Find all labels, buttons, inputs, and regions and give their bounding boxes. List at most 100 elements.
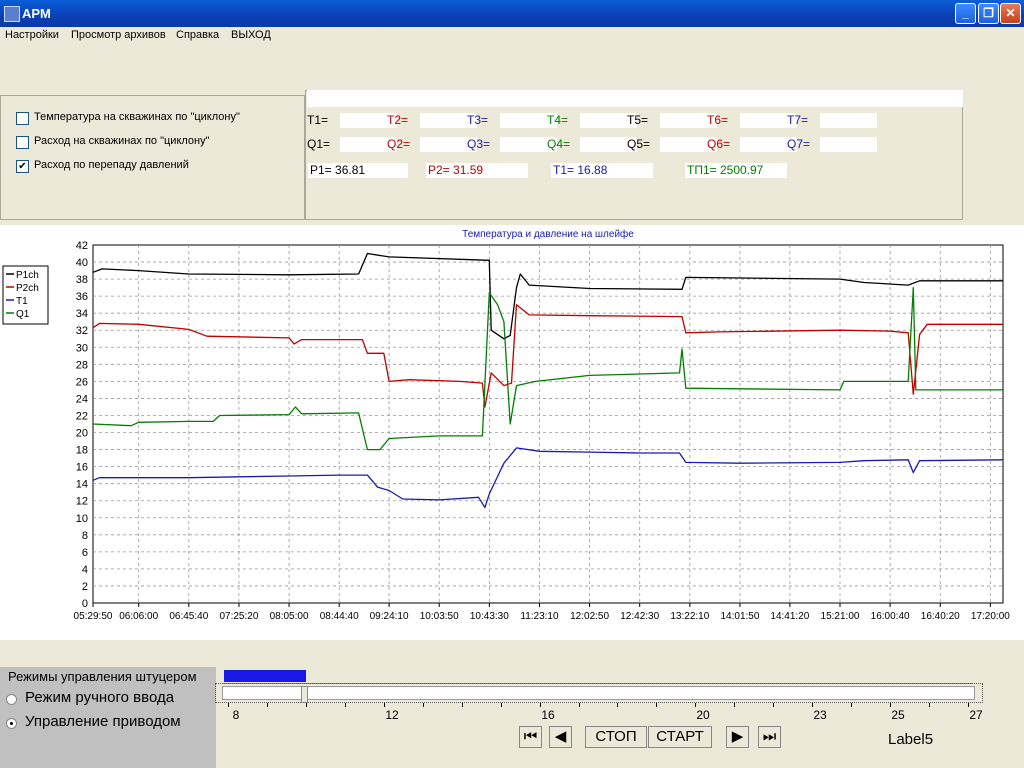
chart-title: Температура и давление на шлейфе xyxy=(462,228,634,240)
x-tick-label: 11:23:10 xyxy=(520,611,559,622)
plot-area xyxy=(92,244,1004,604)
slider-tick-label: 23 xyxy=(813,708,827,722)
slider-tick xyxy=(695,703,696,707)
stop-button[interactable]: СТОП xyxy=(585,726,647,748)
y-tick-label: 12 xyxy=(76,496,88,508)
radio-button[interactable] xyxy=(6,694,17,705)
reading-label-t2: T2= xyxy=(387,113,409,127)
slider-tick-label: 25 xyxy=(891,708,905,722)
legend-label-p2ch: P2ch xyxy=(16,283,39,294)
x-tick-label: 16:40:20 xyxy=(921,611,960,622)
close-button[interactable]: ✕ xyxy=(1000,3,1021,24)
reading-total-1: P1= 36.81 xyxy=(308,163,408,178)
x-tick-label: 10:03:50 xyxy=(420,611,459,622)
chart: Температура и давление на шлейфе02468101… xyxy=(2,228,1010,622)
reading-total-2: P2= 31.59 xyxy=(426,163,528,178)
slider-tick xyxy=(929,703,930,707)
slider-thumb[interactable] xyxy=(301,686,308,703)
slider-tick xyxy=(501,703,502,707)
status-label: Label5 xyxy=(888,731,934,748)
slider-tick xyxy=(462,703,463,707)
y-tick-label: 32 xyxy=(76,325,88,337)
reading-total-3: T1= 16.88 xyxy=(551,163,653,178)
slider-tick xyxy=(734,703,735,707)
slider-tick xyxy=(384,703,385,707)
radio-button[interactable] xyxy=(6,718,17,729)
skip-last-icon: ⏭ xyxy=(762,728,777,745)
first-button[interactable]: ⏮ xyxy=(519,726,542,748)
reading-label-t5: T5= xyxy=(627,113,649,127)
last-button[interactable]: ⏭ xyxy=(758,726,781,748)
y-tick-label: 16 xyxy=(76,462,88,474)
slider-tick xyxy=(773,703,774,707)
progress-bar xyxy=(222,669,972,684)
reading-label-q6: Q6= xyxy=(707,137,731,151)
reading-label-t4: T4= xyxy=(547,113,569,127)
slider-tick xyxy=(345,703,346,707)
slider-tick xyxy=(579,703,580,707)
slider-tick-label: 27 xyxy=(969,708,983,722)
reading-total-4: TП1= 2500.97 xyxy=(685,163,787,178)
slider-tick xyxy=(540,703,541,707)
y-tick-label: 6 xyxy=(82,547,88,559)
y-tick-label: 14 xyxy=(76,479,88,491)
restore-icon: ❐ xyxy=(983,6,994,20)
x-tick-label: 06:45:40 xyxy=(169,611,208,622)
x-tick-label: 08:05:00 xyxy=(270,611,309,622)
close-icon: ✕ xyxy=(1005,6,1016,20)
x-tick-label: 09:24:10 xyxy=(370,611,409,622)
slider-tick xyxy=(267,703,268,707)
menu-help[interactable]: Справка xyxy=(176,29,219,41)
slider-tick xyxy=(656,703,657,707)
radio-label: Режим ручного ввода xyxy=(25,689,175,706)
slider-tick-label: 8 xyxy=(232,708,240,722)
reading-label-q2: Q2= xyxy=(387,137,411,151)
skip-first-icon: ⏮ xyxy=(523,728,538,745)
start-button[interactable]: СТАРТ xyxy=(648,726,712,748)
x-tick-label: 12:42:30 xyxy=(620,611,659,622)
restore-button[interactable]: ❐ xyxy=(978,3,999,24)
next-button[interactable]: ▶ xyxy=(726,726,749,748)
reading-value-q7 xyxy=(820,137,877,152)
slider-tick xyxy=(851,703,852,707)
x-tick-label: 16:00:40 xyxy=(871,611,910,622)
minimize-icon: _ xyxy=(962,6,969,20)
reading-label-q3: Q3= xyxy=(467,137,491,151)
next-icon: ▶ xyxy=(731,728,744,745)
y-tick-label: 8 xyxy=(82,530,88,542)
window-title: APM xyxy=(22,6,51,21)
x-tick-label: 13:22:10 xyxy=(670,611,709,622)
reading-label-t7: T7= xyxy=(787,113,809,127)
slider-tick xyxy=(968,703,969,707)
menu-archive-view[interactable]: Просмотр архивов xyxy=(71,29,166,41)
minimize-button[interactable]: _ xyxy=(955,3,976,24)
slider-tick xyxy=(890,703,891,707)
checkbox-box[interactable] xyxy=(16,136,29,149)
legend-label-t1: T1 xyxy=(16,296,28,307)
slider-tick xyxy=(423,703,424,707)
reading-label-t1: T1= xyxy=(307,113,329,127)
menu-settings[interactable]: Настройки xyxy=(5,29,59,41)
slider-tick xyxy=(306,703,307,707)
checkbox-box[interactable] xyxy=(16,112,29,125)
y-tick-label: 18 xyxy=(76,445,88,457)
position-slider[interactable] xyxy=(222,686,975,700)
prev-button[interactable]: ◀ xyxy=(549,726,572,748)
checkbox-label: Расход по перепаду давлений xyxy=(34,159,189,171)
legend-label-q1: Q1 xyxy=(16,309,30,320)
y-tick-label: 2 xyxy=(82,581,88,593)
y-tick-label: 28 xyxy=(76,359,88,371)
readings-header-strip xyxy=(307,90,963,107)
radio-label: Управление приводом xyxy=(25,713,181,730)
prev-icon: ◀ xyxy=(554,728,567,745)
y-tick-label: 40 xyxy=(76,257,88,269)
y-tick-label: 20 xyxy=(76,428,88,440)
mode-panel-title: Режимы управления штуцером xyxy=(8,669,197,684)
x-tick-label: 15:21:00 xyxy=(821,611,860,622)
slider-tick xyxy=(617,703,618,707)
slider-tick xyxy=(228,703,229,707)
menu-exit[interactable]: ВЫХОД xyxy=(231,29,271,41)
progress-fill xyxy=(224,670,306,682)
y-tick-label: 0 xyxy=(82,598,88,610)
checkbox-box[interactable]: ✔ xyxy=(16,160,29,173)
